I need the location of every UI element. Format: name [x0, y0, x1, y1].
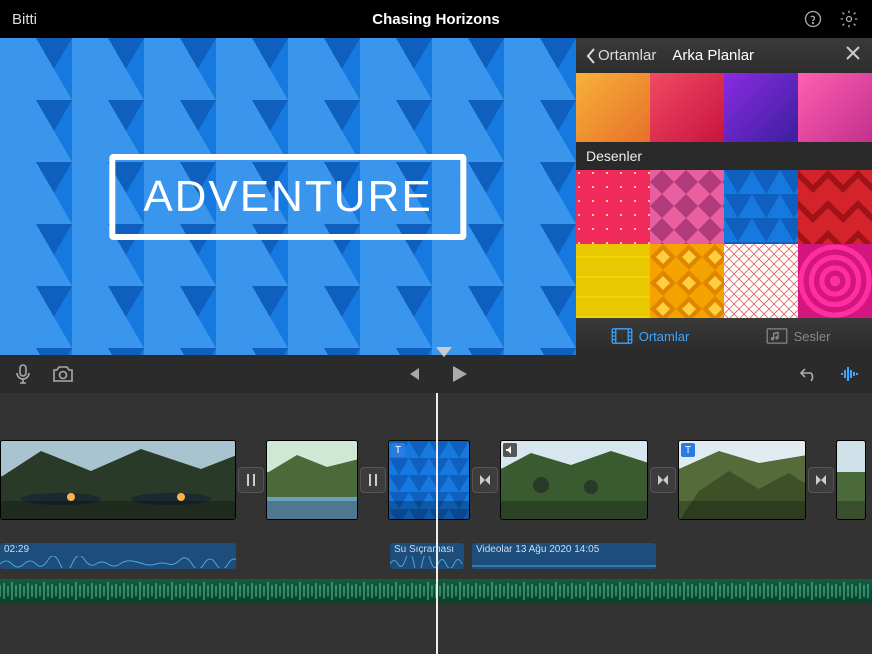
- transition-3[interactable]: [472, 467, 498, 493]
- transition-5[interactable]: [808, 467, 834, 493]
- clip-video-2[interactable]: [266, 440, 358, 520]
- gradient-swatch-orange[interactable]: [576, 73, 650, 142]
- tab-media-label: Ortamlar: [639, 329, 690, 344]
- voiceover-icon[interactable]: [12, 363, 34, 385]
- pattern-swatch-pink-diamond[interactable]: [650, 170, 724, 244]
- patterns-section-label: Desenler: [576, 142, 872, 170]
- gradient-swatch-red[interactable]: [650, 73, 724, 142]
- done-button[interactable]: Bitti: [12, 11, 92, 28]
- title-overlay: ADVENTURE: [109, 154, 466, 240]
- audio-clip-label: Su Sıçraması: [394, 544, 454, 555]
- audio-clip-3[interactable]: Videolar 13 Ağu 2020 14:05: [472, 543, 656, 569]
- camera-icon[interactable]: [52, 363, 74, 385]
- timeline[interactable]: T T 0: [0, 393, 872, 654]
- playhead-marker-icon: [436, 347, 452, 357]
- clip-background-title[interactable]: T: [388, 440, 470, 520]
- audio-badge-icon: [503, 443, 517, 457]
- filmstrip-icon: [611, 328, 633, 344]
- audio-clip-2[interactable]: Su Sıçraması: [390, 543, 464, 569]
- chevron-left-icon: [586, 48, 596, 64]
- clip-video-1[interactable]: [0, 440, 236, 520]
- playhead[interactable]: [436, 393, 438, 654]
- transition-2[interactable]: [360, 467, 386, 493]
- project-title: Chasing Horizons: [92, 11, 780, 28]
- music-note-icon: [766, 328, 788, 344]
- close-icon[interactable]: [844, 44, 862, 68]
- clip-video-6[interactable]: [836, 440, 866, 520]
- playback-toolbar: [0, 355, 872, 393]
- title-badge-icon: T: [681, 443, 695, 457]
- undo-icon[interactable]: [798, 363, 820, 385]
- back-button[interactable]: Ortamlar: [586, 47, 656, 64]
- tab-media[interactable]: Ortamlar: [576, 318, 724, 355]
- skip-back-icon[interactable]: [402, 363, 424, 385]
- pattern-swatch-red-dots[interactable]: [576, 170, 650, 244]
- pattern-swatch-yellow-grid[interactable]: [576, 244, 650, 318]
- gradient-swatch-pink[interactable]: [798, 73, 872, 142]
- pattern-swatch-magenta-rings[interactable]: [798, 244, 872, 318]
- pattern-swatch-red-chevron[interactable]: [798, 170, 872, 244]
- transition-1[interactable]: [238, 467, 264, 493]
- panel-title: Arka Planlar: [672, 47, 754, 64]
- gradient-swatch-purple[interactable]: [724, 73, 798, 142]
- pattern-swatch-blue-triangle[interactable]: [724, 170, 798, 244]
- audio-clip-label: 02:29: [4, 544, 29, 555]
- audio-clip-1[interactable]: 02:29: [0, 543, 236, 569]
- clip-video-4[interactable]: [500, 440, 648, 520]
- transition-4[interactable]: [650, 467, 676, 493]
- audio-waveform-icon[interactable]: [838, 363, 860, 385]
- preview-viewer[interactable]: ADVENTURE: [0, 38, 576, 355]
- help-icon[interactable]: [802, 8, 824, 30]
- pattern-swatch-orange-diamond[interactable]: [650, 244, 724, 318]
- pattern-swatch-white-scribble[interactable]: [724, 244, 798, 318]
- title-badge-icon: T: [391, 443, 405, 457]
- tab-audio-label: Sesler: [794, 329, 831, 344]
- title-text: ADVENTURE: [143, 172, 432, 221]
- backgrounds-panel: Ortamlar Arka Planlar Desenler: [576, 38, 872, 355]
- clip-video-5[interactable]: T: [678, 440, 806, 520]
- tab-audio[interactable]: Sesler: [724, 318, 872, 355]
- audio-clip-label: Videolar 13 Ağu 2020 14:05: [476, 544, 599, 555]
- play-icon[interactable]: [448, 363, 470, 385]
- back-label: Ortamlar: [598, 47, 656, 64]
- settings-icon[interactable]: [838, 8, 860, 30]
